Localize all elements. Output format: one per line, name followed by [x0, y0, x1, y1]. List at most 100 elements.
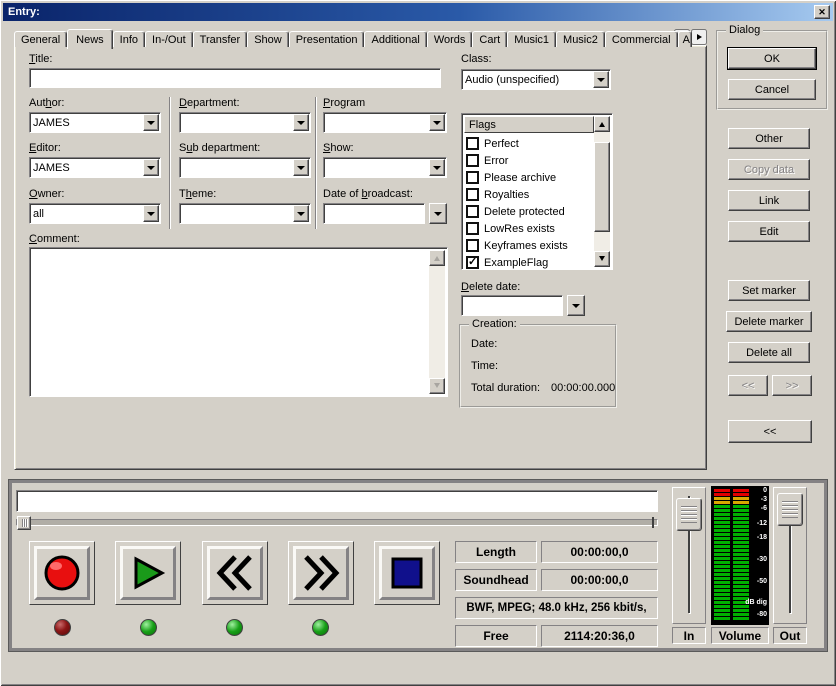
vu-scale-tick: -6 — [761, 505, 767, 512]
collapse-button[interactable]: << — [728, 420, 812, 443]
flag-label: Delete protected — [484, 206, 565, 218]
scroll-up-button[interactable] — [429, 250, 445, 266]
flag-item-exampleflag[interactable]: ExampleFlag — [466, 254, 592, 271]
tab-info[interactable]: Info — [113, 31, 145, 47]
department-label: Department: — [179, 97, 240, 109]
broadcast-date-input[interactable] — [323, 203, 425, 224]
delete-date-input[interactable] — [461, 295, 563, 316]
flag-checkbox[interactable] — [466, 188, 479, 201]
ok-button[interactable]: OK — [728, 48, 816, 69]
flags-scrollbar[interactable] — [594, 116, 610, 267]
flag-item-delete-protected[interactable]: Delete protected — [466, 203, 592, 220]
program-value — [324, 113, 429, 132]
flag-checkbox[interactable] — [466, 137, 479, 150]
class-combo[interactable]: Audio (unspecified) — [461, 69, 611, 90]
fast-forward-button[interactable] — [288, 541, 354, 605]
department-combo-button[interactable] — [293, 114, 309, 131]
record-button[interactable] — [29, 541, 95, 605]
tab-in-out[interactable]: In-/Out — [145, 31, 193, 47]
flag-item-perfect[interactable]: Perfect — [466, 135, 592, 152]
link-button[interactable]: Link — [728, 190, 810, 211]
tab-show[interactable]: Show — [247, 31, 289, 47]
delete-marker-button[interactable]: Delete marker — [726, 311, 812, 332]
marker-prev-button[interactable]: << — [728, 375, 768, 396]
flag-checkbox[interactable] — [466, 154, 479, 167]
author-combo[interactable]: JAMES — [29, 112, 161, 133]
delete-date-dropdown-button[interactable] — [567, 295, 585, 316]
delete-all-button[interactable]: Delete all — [728, 342, 810, 363]
flag-checkbox[interactable] — [466, 171, 479, 184]
owner-combo[interactable]: all — [29, 203, 161, 224]
scroll-down-button[interactable] — [429, 378, 445, 394]
tab-general[interactable]: General — [14, 31, 67, 47]
tab-label: General — [21, 34, 60, 46]
marker-next-button[interactable]: >> — [772, 375, 812, 396]
scroll-down-button[interactable] — [594, 251, 610, 267]
sub-department-combo[interactable] — [179, 157, 311, 178]
flag-item-please-archive[interactable]: Please archive — [466, 169, 592, 186]
program-combo[interactable] — [323, 112, 447, 133]
stop-button-face — [379, 546, 435, 600]
out-level-slider[interactable] — [773, 487, 807, 624]
title-input[interactable] — [29, 68, 441, 88]
tab-music1[interactable]: Music1 — [507, 31, 556, 47]
title-bar[interactable]: Entry: ✕ — [3, 3, 833, 21]
scroll-up-button[interactable] — [594, 116, 610, 132]
broadcast-date-dropdown-button[interactable] — [429, 203, 447, 224]
tab-commercial[interactable]: Commercial — [605, 31, 678, 47]
tab-music2[interactable]: Music2 — [556, 31, 605, 47]
program-label: Program — [323, 97, 365, 109]
scrollbar-thumb[interactable] — [594, 142, 610, 232]
tab-label: Additional — [371, 34, 419, 46]
comment-input[interactable] — [32, 250, 429, 394]
marker-next-label: >> — [786, 380, 799, 392]
flag-item-royalties[interactable]: Royalties — [466, 186, 592, 203]
play-button[interactable] — [115, 541, 181, 605]
owner-combo-button[interactable] — [143, 205, 159, 222]
tab-cart[interactable]: Cart — [472, 31, 507, 47]
tab-scroll-right-button[interactable] — [691, 29, 707, 45]
flag-checkbox[interactable] — [466, 222, 479, 235]
flag-checkbox[interactable] — [466, 256, 479, 269]
tab-presentation[interactable]: Presentation — [289, 31, 365, 47]
in-level-slider[interactable] — [672, 487, 706, 624]
position-slider-thumb[interactable] — [17, 516, 31, 530]
show-combo-button[interactable] — [429, 159, 445, 176]
class-combo-button[interactable] — [593, 71, 609, 88]
rewind-button[interactable] — [202, 541, 268, 605]
stop-button[interactable] — [374, 541, 440, 605]
record-button-face — [34, 546, 90, 600]
show-combo[interactable] — [323, 157, 447, 178]
flag-item-lowres-exists[interactable]: LowRes exists — [466, 220, 592, 237]
out-label: Out — [773, 627, 807, 644]
theme-combo[interactable] — [179, 203, 311, 224]
in-slider-thumb[interactable] — [676, 498, 702, 531]
department-combo[interactable] — [179, 112, 311, 133]
edit-button[interactable]: Edit — [728, 221, 810, 242]
author-combo-button[interactable] — [143, 114, 159, 131]
sub-department-combo-button[interactable] — [293, 159, 309, 176]
program-combo-button[interactable] — [429, 114, 445, 131]
other-button[interactable]: Other — [728, 128, 810, 149]
owner-value: all — [30, 204, 143, 223]
tab-partial[interactable]: A — [678, 31, 692, 47]
tab-transfer[interactable]: Transfer — [193, 31, 248, 47]
editor-combo[interactable]: JAMES — [29, 157, 161, 178]
editor-combo-button[interactable] — [143, 159, 159, 176]
set-marker-button[interactable]: Set marker — [728, 280, 810, 301]
theme-combo-button[interactable] — [293, 205, 309, 222]
flag-checkbox[interactable] — [466, 239, 479, 252]
close-button[interactable]: ✕ — [814, 5, 830, 19]
flags-header[interactable]: Flags — [464, 116, 594, 133]
flag-item-keyframes-exists[interactable]: Keyframes exists — [466, 237, 592, 254]
flag-item-error[interactable]: Error — [466, 152, 592, 169]
cancel-button[interactable]: Cancel — [728, 79, 816, 100]
copy-data-button[interactable]: Copy data — [728, 159, 810, 180]
out-slider-thumb[interactable] — [777, 493, 803, 526]
tab-additional[interactable]: Additional — [364, 31, 426, 47]
tab-words[interactable]: Words — [427, 31, 473, 47]
position-slider-track[interactable] — [16, 519, 658, 526]
flag-checkbox[interactable] — [466, 205, 479, 218]
tab-news[interactable]: News — [67, 29, 113, 49]
comment-scrollbar[interactable] — [429, 250, 445, 394]
